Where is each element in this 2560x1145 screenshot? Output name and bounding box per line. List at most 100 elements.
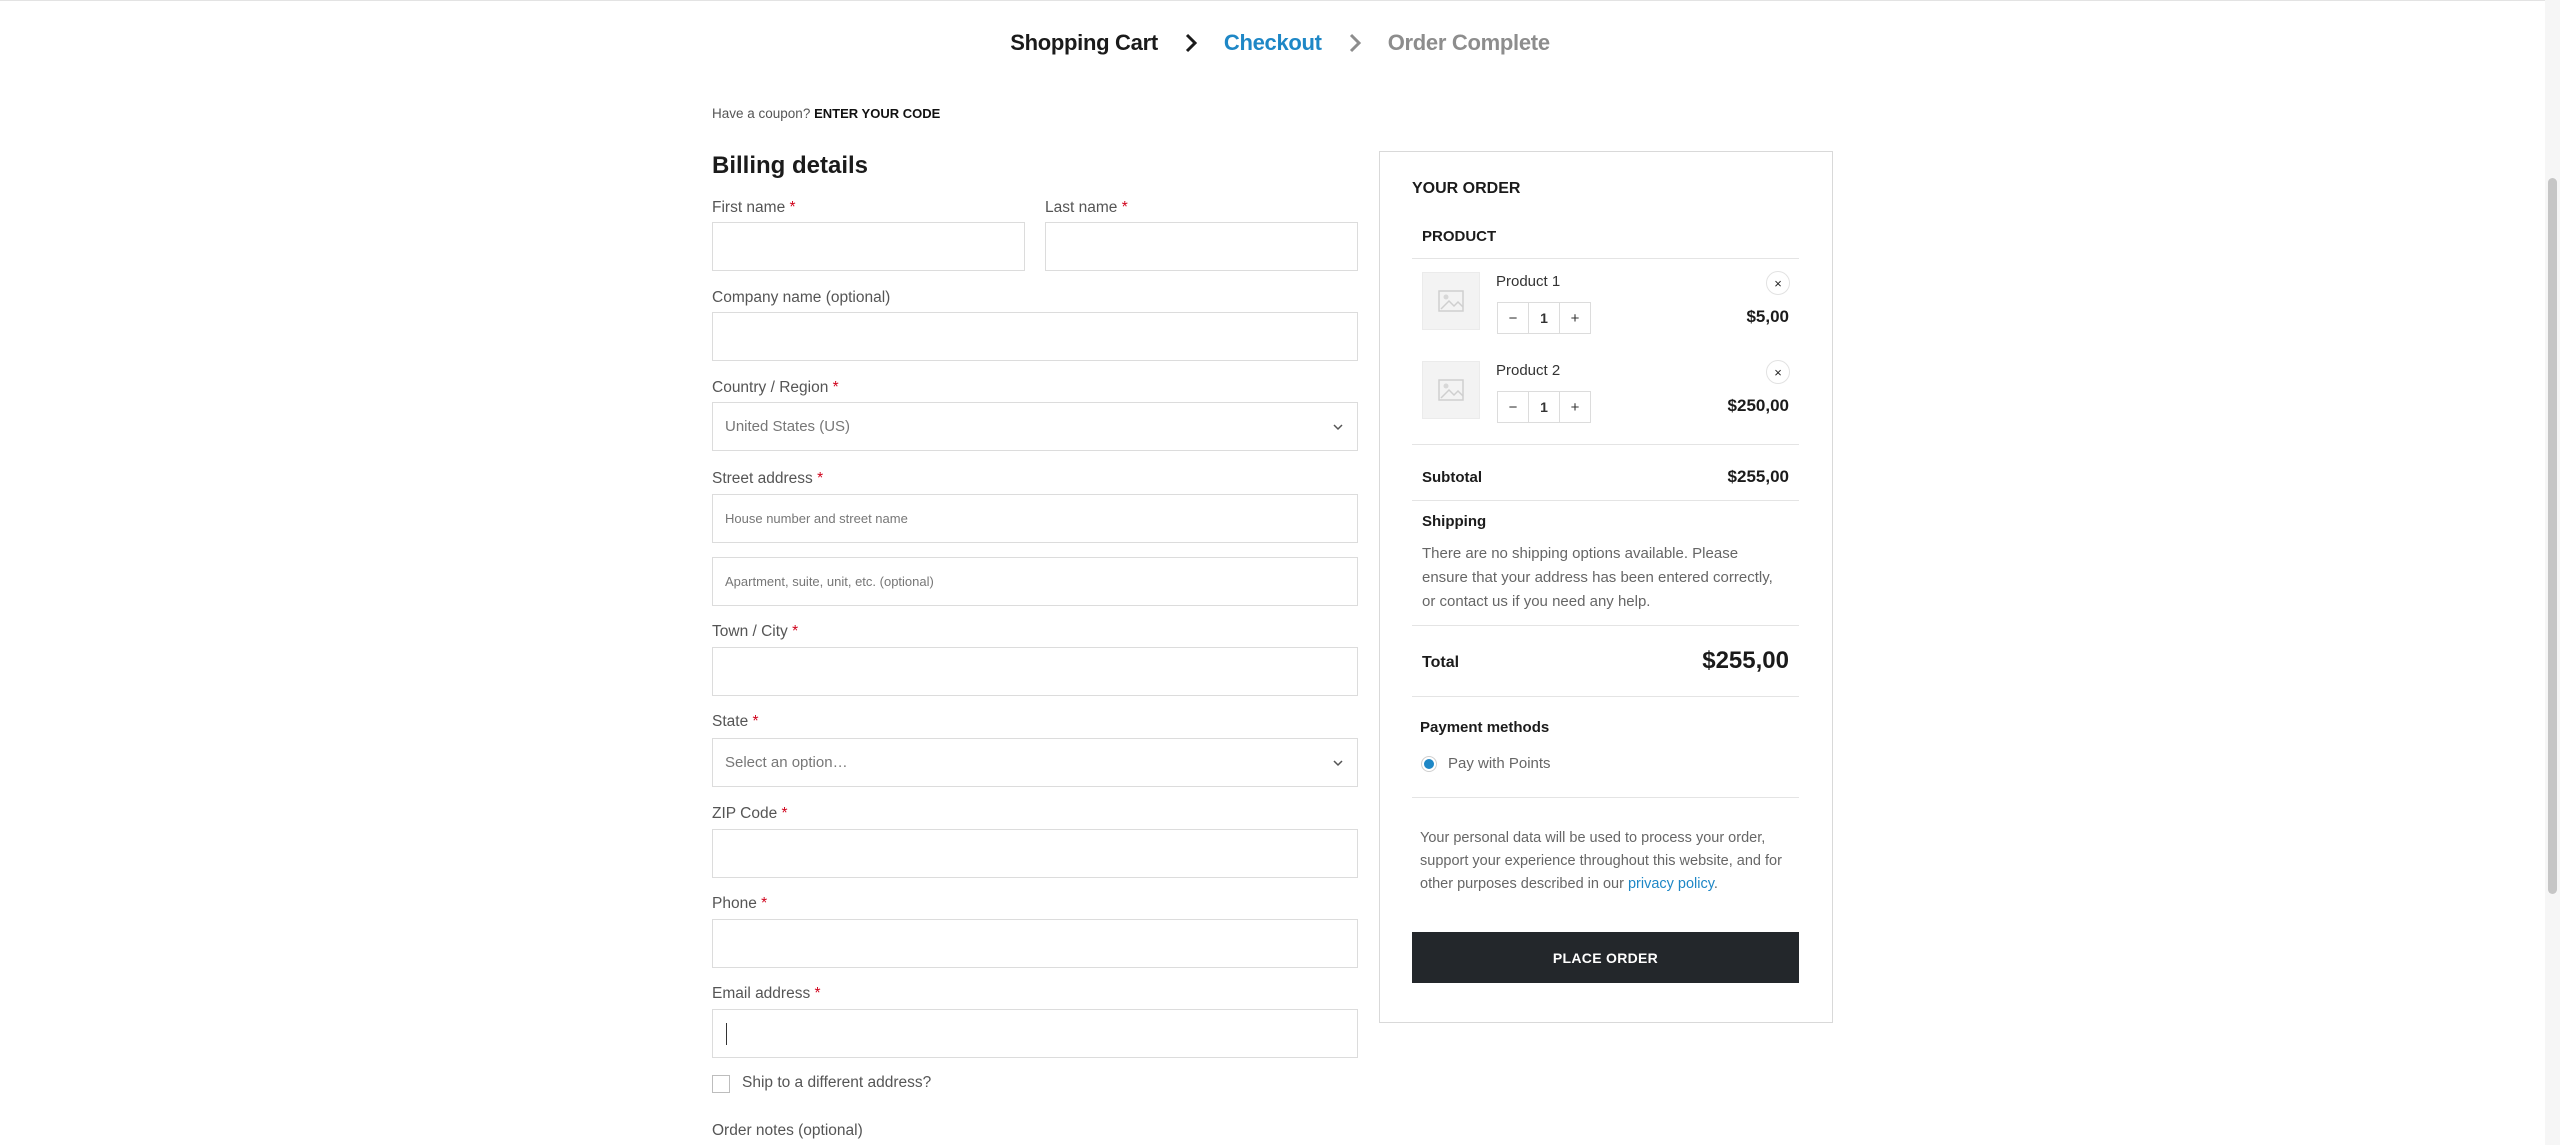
payment-methods-title: Payment methods (1420, 719, 1550, 736)
first-name-field[interactable] (712, 222, 1025, 271)
company-field[interactable] (712, 312, 1358, 361)
step-checkout: Checkout (1223, 30, 1322, 55)
scrollbar-thumb[interactable] (2548, 178, 2557, 894)
city-label-text: Town / City (712, 623, 788, 640)
street-line1-field[interactable] (712, 494, 1358, 543)
enter-coupon-link[interactable]: ENTER YOUR CODE (814, 106, 940, 121)
divider (1412, 444, 1799, 445)
phone-label-text: Phone (712, 895, 757, 912)
divider (1412, 258, 1799, 259)
remove-item-button[interactable]: × (1766, 271, 1790, 295)
required-mark: * (761, 895, 768, 912)
street-label-text: Street address (712, 470, 813, 487)
top-divider (0, 0, 2560, 1)
product-name[interactable]: Product 1 (1496, 273, 1560, 290)
divider (1412, 797, 1799, 798)
order-notes-label: Order notes (optional) (712, 1122, 863, 1139)
shipping-note: There are no shipping options available.… (1422, 545, 1773, 610)
first-name-label: First name * (712, 199, 796, 217)
ship-different-checkbox[interactable] (712, 1075, 730, 1093)
ship-different-label[interactable]: Ship to a different address? (742, 1074, 931, 1092)
required-mark: * (1121, 199, 1128, 216)
coupon-text: Have a coupon? (712, 106, 811, 121)
required-mark: * (792, 623, 799, 640)
privacy-policy-link[interactable]: privacy policy (1628, 876, 1714, 892)
first-name-input[interactable] (713, 223, 1024, 270)
product-name[interactable]: Product 2 (1496, 362, 1560, 379)
phone-input[interactable] (713, 920, 1357, 967)
chevron-right-icon (1184, 33, 1198, 53)
image-placeholder-icon (1438, 379, 1464, 401)
privacy-period: . (1713, 876, 1718, 892)
step-order-complete: Order Complete (1387, 30, 1550, 55)
email-field[interactable] (712, 1009, 1358, 1058)
divider (1412, 500, 1799, 501)
company-label-text: Company name (optional) (712, 289, 891, 306)
phone-label: Phone * (712, 895, 767, 913)
last-name-field[interactable] (1045, 222, 1358, 271)
phone-field[interactable] (712, 919, 1358, 968)
required-mark: * (817, 470, 824, 487)
divider (1412, 625, 1799, 626)
billing-title: Billing details (712, 152, 869, 179)
subtotal-label: Subtotal (1422, 469, 1482, 486)
street-line2-input[interactable] (713, 558, 1357, 605)
city-label: Town / City * (712, 623, 798, 641)
divider (1412, 696, 1799, 697)
zip-input[interactable] (713, 830, 1357, 877)
first-name-label-text: First name (712, 199, 786, 216)
required-mark: * (789, 199, 796, 216)
last-name-label-text: Last name (1045, 199, 1118, 216)
step-shopping-cart[interactable]: Shopping Cart (1010, 30, 1158, 56)
order-title: YOUR ORDER (1412, 180, 1521, 197)
city-input[interactable] (713, 648, 1357, 695)
privacy-text: Your personal data will be used to proce… (1420, 830, 1782, 892)
street-line1-input[interactable] (713, 495, 1357, 542)
country-select-value: United States (US) (725, 418, 851, 435)
email-label-text: Email address (712, 985, 811, 1002)
state-select[interactable]: Select an option… (712, 738, 1358, 787)
increase-qty-button[interactable]: + (1560, 392, 1590, 422)
product-thumbnail[interactable] (1422, 272, 1480, 330)
product-thumbnail[interactable] (1422, 361, 1480, 419)
city-field[interactable] (712, 647, 1358, 696)
checkout-steps: Shopping Cart Checkout Order Complete (0, 30, 2560, 56)
zip-label: ZIP Code * (712, 805, 788, 823)
decrease-qty-button[interactable]: − (1498, 303, 1528, 333)
email-input[interactable] (713, 1010, 1357, 1057)
country-label: Country / Region * (712, 379, 839, 397)
company-input[interactable] (713, 313, 1357, 360)
remove-item-button[interactable]: × (1766, 360, 1790, 384)
zip-field[interactable] (712, 829, 1358, 878)
country-select[interactable]: United States (US) (712, 402, 1358, 451)
place-order-button[interactable]: PLACE ORDER (1412, 932, 1799, 983)
chevron-down-icon (1331, 756, 1345, 770)
item-price: $5,00 (1746, 307, 1789, 326)
decrease-qty-button[interactable]: − (1498, 392, 1528, 422)
text-cursor (726, 1023, 727, 1045)
email-label: Email address * (712, 985, 821, 1003)
subtotal-value: $255,00 (1727, 467, 1789, 486)
zip-label-text: ZIP Code (712, 805, 778, 822)
required-mark: * (752, 713, 759, 730)
increase-qty-button[interactable]: + (1560, 303, 1590, 333)
last-name-label: Last name * (1045, 199, 1128, 217)
image-placeholder-icon (1438, 290, 1464, 312)
street-line2-field[interactable] (712, 557, 1358, 606)
qty-value[interactable]: 1 (1528, 392, 1560, 422)
required-mark: * (781, 805, 788, 822)
pay-with-points-radio[interactable] (1421, 756, 1437, 772)
quantity-stepper: − 1 + (1497, 391, 1591, 423)
shipping-label: Shipping (1422, 513, 1487, 530)
quantity-stepper: − 1 + (1497, 302, 1591, 334)
pay-with-points-label[interactable]: Pay with Points (1448, 755, 1551, 772)
item-price: $250,00 (1727, 396, 1789, 415)
required-mark: * (832, 379, 839, 396)
privacy-notice: Your personal data will be used to proce… (1420, 827, 1800, 896)
total-value: $255,00 (1702, 647, 1789, 674)
qty-value[interactable]: 1 (1528, 303, 1560, 333)
street-label: Street address * (712, 470, 823, 488)
state-label: State * (712, 713, 759, 731)
last-name-input[interactable] (1046, 223, 1357, 270)
company-label: Company name (optional) (712, 289, 890, 307)
